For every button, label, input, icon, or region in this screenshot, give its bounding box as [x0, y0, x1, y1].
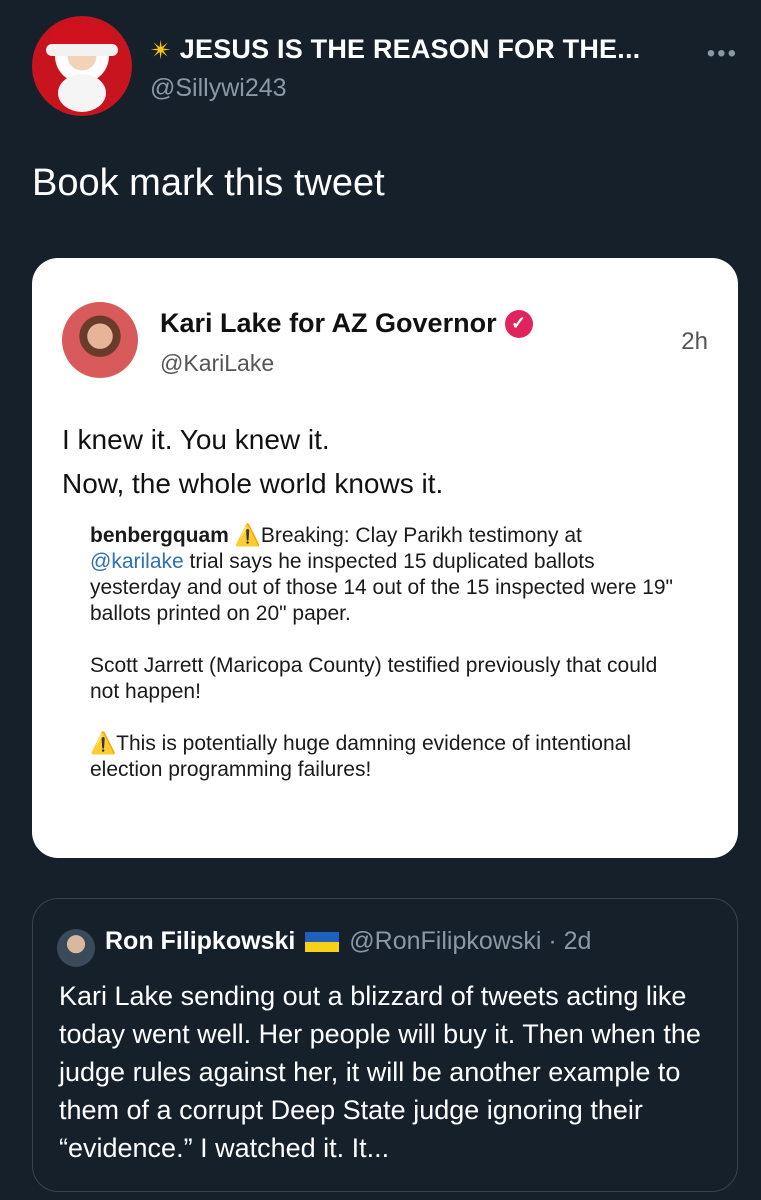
- karilake-name-row: Kari Lake for AZ Governor ✓: [160, 308, 533, 339]
- quoted-author-name: Ron Filipkowski: [105, 927, 296, 955]
- star-icon: ✴: [150, 34, 172, 65]
- benbergquam-quote: benbergquam ⚠️Breaking: Clay Parikh test…: [90, 523, 680, 809]
- author-display-name[interactable]: JESUS IS THE REASON FOR THE...: [180, 34, 641, 65]
- tweet-text: Book mark this tweet: [32, 162, 385, 204]
- embedded-screenshot-card[interactable]: Kari Lake for AZ Governor ✓ @KariLake 2h…: [32, 258, 738, 858]
- warning-icon: ⚠️: [90, 732, 117, 755]
- tweet-header: ✴ JESUS IS THE REASON FOR THE... @Sillyw…: [32, 16, 742, 120]
- karilake-avatar: [62, 302, 138, 378]
- santa-beard-shape: [58, 74, 106, 112]
- quote-paragraph-2: Scott Jarrett (Maricopa County) testifie…: [90, 654, 658, 703]
- karilake-name: Kari Lake for AZ Governor: [160, 308, 497, 338]
- santa-hat-brim-shape: [46, 44, 118, 56]
- author-handle[interactable]: @Sillywi243: [150, 74, 287, 103]
- quote-mention: @karilake: [90, 550, 184, 573]
- quote-paragraph-3: ⚠️This is potentially huge damning evide…: [90, 731, 680, 783]
- karilake-line-1: I knew it. You knew it.: [62, 424, 330, 455]
- quoted-author-row: Ron Filipkowski @RonFilipkowski · 2d: [105, 927, 591, 956]
- ronfilipkowski-avatar: [57, 929, 95, 967]
- author-avatar[interactable]: [32, 16, 132, 116]
- quoted-author-handle-time: @RonFilipkowski · 2d: [349, 927, 592, 955]
- quote-text-1a: Breaking: Clay Parikh testimony at: [260, 524, 582, 547]
- ukraine-flag-icon: [305, 931, 340, 952]
- karilake-handle: @KariLake: [160, 350, 275, 376]
- quoted-tweet-text: Kari Lake sending out a blizzard of twee…: [59, 981, 701, 1163]
- quote-author: benbergquam: [90, 524, 229, 547]
- verified-badge-icon: ✓: [504, 309, 533, 338]
- quoted-tweet-card[interactable]: Ron Filipkowski @RonFilipkowski · 2d Kar…: [32, 898, 738, 1192]
- more-options-icon[interactable]: •••: [707, 40, 738, 68]
- author-name-row[interactable]: ✴ JESUS IS THE REASON FOR THE...: [150, 34, 640, 65]
- karilake-line-2: Now, the whole world knows it.: [62, 468, 444, 499]
- quote-text-3: This is potentially huge damning evidenc…: [90, 732, 631, 781]
- karilake-tweet-body: I knew it. You knew it. Now, the whole w…: [62, 418, 702, 506]
- karilake-timestamp: 2h: [681, 328, 708, 355]
- warning-icon: ⚠️: [234, 524, 261, 547]
- quote-paragraph-1: benbergquam ⚠️Breaking: Clay Parikh test…: [90, 523, 680, 627]
